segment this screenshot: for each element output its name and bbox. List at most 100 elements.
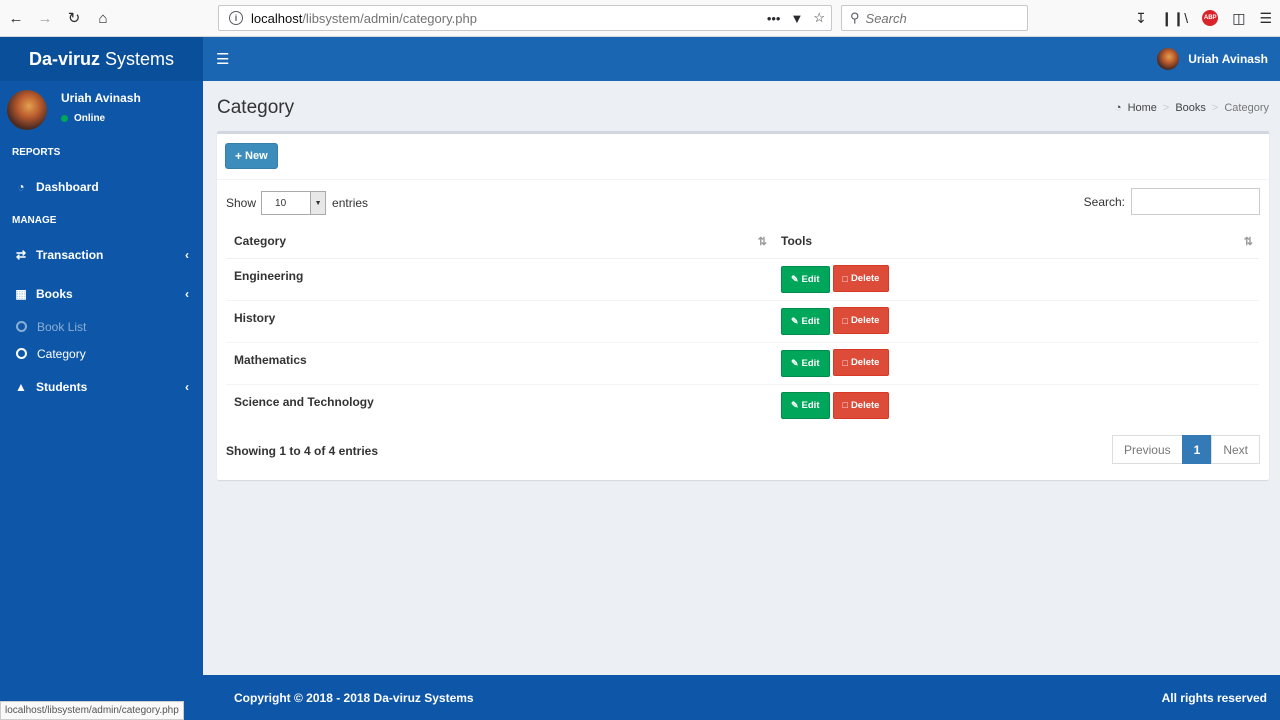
trash-icon: □	[842, 273, 848, 284]
edit-label: Edit	[801, 400, 820, 411]
page-title: Category	[217, 97, 295, 118]
edit-button[interactable]: ✎ Edit	[781, 349, 830, 377]
reports-header: REPORTS	[12, 147, 61, 158]
user-panel: Uriah Avinash Online	[0, 81, 203, 138]
home-icon[interactable]: ⌂	[90, 5, 116, 31]
library-icon[interactable]: ❙❙\	[1161, 10, 1188, 27]
breadcrumb-books[interactable]: Books	[1175, 102, 1206, 114]
edit-button[interactable]: ✎ Edit	[781, 265, 830, 293]
table-info: Showing 1 to 4 of 4 entries	[226, 444, 379, 458]
forward-icon[interactable]: →	[32, 5, 58, 31]
show-label: Show	[226, 196, 257, 210]
status-url: localhost/libsystem/admin/category.php	[0, 701, 184, 720]
dashboard-icon: ◔	[17, 179, 25, 194]
edit-icon: ✎	[791, 400, 799, 410]
edit-button[interactable]: ✎ Edit	[781, 392, 830, 419]
top-navbar: ☰ Uriah Avinash	[203, 37, 1280, 81]
reload-icon[interactable]: ↻	[61, 5, 87, 31]
manage-header: MANAGE	[12, 215, 57, 226]
tools-cell: ✎ Edit □ Delete	[773, 383, 1259, 426]
category-cell: History	[226, 299, 773, 342]
new-category-button[interactable]: + New	[225, 143, 278, 169]
sidebar-item-dashboard[interactable]: ◔ Dashboard	[0, 167, 203, 206]
column-header-tools[interactable]: Tools ⇅	[773, 225, 1259, 259]
table-row: History ✎ Edit □ Delete	[226, 299, 1259, 342]
next-page-button[interactable]: Next	[1211, 435, 1260, 464]
user-status: Online	[74, 113, 106, 124]
column-header-category[interactable]: Category ⇅	[226, 225, 773, 259]
sidebar-toggle-icon[interactable]: ◫	[1232, 10, 1245, 27]
sidebar-item-label: Transaction	[36, 247, 104, 262]
tools-cell: ✎ Edit □ Delete	[773, 257, 1259, 300]
edit-button[interactable]: ✎ Edit	[781, 307, 830, 335]
breadcrumb: ◔ Home > Books > Category	[1115, 102, 1269, 114]
more-icon[interactable]: •••	[767, 11, 781, 26]
app-logo[interactable]: Da-viruz Systems	[0, 37, 203, 81]
chevron-left-icon: ‹	[185, 286, 189, 301]
download-icon[interactable]: ↧	[1135, 10, 1147, 27]
browser-search-placeholder: Search	[865, 10, 907, 26]
user-name: Uriah Avinash	[61, 91, 141, 105]
entries-select[interactable]: 10 ▼	[261, 191, 327, 215]
hamburger-icon[interactable]: ☰	[216, 50, 230, 68]
url-path: /libsystem/admin/category.php	[302, 10, 477, 26]
url-bar[interactable]: i localhost/libsystem/admin/category.php…	[218, 5, 832, 31]
edit-icon: ✎	[791, 273, 799, 284]
breadcrumb-home[interactable]: Home	[1128, 102, 1157, 114]
column-label: Tools	[781, 234, 813, 249]
sidebar-item-label: Dashboard	[36, 179, 99, 194]
info-icon[interactable]: i	[229, 11, 243, 25]
browser-search-input[interactable]: ⚲ Search	[841, 5, 1028, 31]
circle-icon	[16, 348, 27, 359]
search-label: Search:	[1083, 194, 1125, 209]
trash-icon: □	[842, 357, 848, 368]
delete-label: Delete	[850, 273, 880, 285]
entries-value: 10	[275, 197, 287, 209]
table-search: Search:	[1084, 188, 1260, 215]
delete-button[interactable]: □ Delete	[832, 349, 890, 377]
sidebar-item-category[interactable]: Category	[0, 340, 203, 367]
entries-label: entries	[332, 196, 369, 210]
category-cell: Engineering	[226, 257, 773, 300]
adblock-icon[interactable]: ABP	[1202, 10, 1219, 26]
edit-icon: ✎	[791, 357, 799, 368]
book-icon: ▦	[15, 286, 27, 301]
trash-icon: □	[842, 400, 848, 410]
delete-label: Delete	[850, 399, 880, 411]
plus-icon: +	[235, 149, 243, 163]
previous-page-button[interactable]: Previous	[1111, 435, 1183, 464]
edit-label: Edit	[801, 315, 820, 327]
refresh-icon: ⇄	[15, 247, 27, 262]
sidebar-item-book-list[interactable]: Book List	[0, 313, 203, 340]
footer: Copyright © 2018 - 2018 Da-viruz Systems…	[203, 675, 1280, 720]
circle-icon	[16, 321, 27, 332]
delete-button[interactable]: □ Delete	[832, 391, 890, 419]
pagination: Previous 1 Next	[1111, 435, 1260, 464]
avatar	[1157, 48, 1180, 70]
sidebar-item-label: Book List	[37, 319, 87, 334]
delete-button[interactable]: □ Delete	[832, 307, 890, 335]
delete-button[interactable]: □ Delete	[832, 265, 890, 293]
breadcrumb-separator: >	[1211, 102, 1219, 114]
menu-icon[interactable]: ☰	[1259, 10, 1272, 27]
chevron-down-icon: ▼	[310, 192, 326, 214]
page-1-button[interactable]: 1	[1181, 435, 1213, 464]
sidebar-item-books[interactable]: ▦ Books ‹	[0, 274, 203, 313]
edit-icon: ✎	[791, 315, 799, 326]
table-row: Mathematics ✎ Edit □ Delete	[226, 341, 1259, 384]
delete-label: Delete	[850, 357, 880, 369]
sidebar-item-students[interactable]: ▲ Students ‹	[0, 367, 203, 406]
content-area: Category ◔ Home > Books > Category + New…	[203, 81, 1280, 675]
category-cell: Science and Technology	[226, 383, 773, 426]
pocket-icon[interactable]: ▼	[790, 11, 803, 26]
table-row: Science and Technology ✎ Edit □ Delete	[226, 383, 1259, 426]
bookmark-star-icon[interactable]: ☆	[813, 10, 825, 26]
sidebar-item-transaction[interactable]: ⇄ Transaction ‹	[0, 235, 203, 274]
dashboard-icon: ◔	[1114, 102, 1122, 114]
search-icon: ⚲	[850, 10, 860, 25]
user-menu[interactable]: Uriah Avinash	[1157, 48, 1268, 70]
sidebar: Da-viruz Systems Uriah Avinash Online REP…	[0, 37, 203, 720]
browser-toolbar: ← → ↻ ⌂ i localhost/libsystem/admin/cate…	[0, 0, 1280, 37]
back-icon[interactable]: ←	[3, 5, 29, 31]
search-input[interactable]	[1131, 188, 1260, 215]
